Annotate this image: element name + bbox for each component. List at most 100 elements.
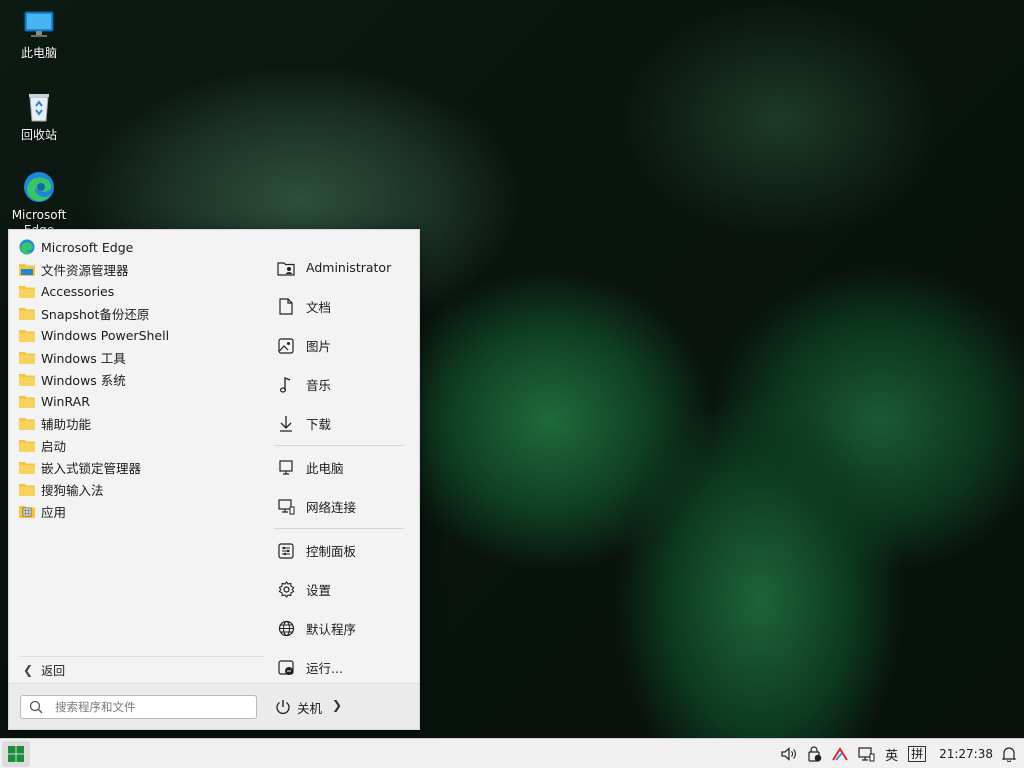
- divider: [19, 656, 264, 657]
- folder-icon: [18, 415, 36, 431]
- folder-icon: [18, 371, 36, 387]
- folder-icon: [18, 459, 36, 475]
- program-item-startup[interactable]: 启动: [18, 434, 268, 456]
- start-button[interactable]: [2, 741, 30, 767]
- folder-icon: [18, 327, 36, 343]
- program-label: Windows 系统: [41, 372, 126, 388]
- desktop-icon-label: 此电脑: [20, 46, 57, 60]
- desktop-icon-label: 回收站: [20, 128, 57, 142]
- picture-icon: [276, 336, 296, 356]
- place-label: 运行...: [306, 661, 343, 676]
- place-item-default-programs[interactable]: 默认程序: [274, 609, 409, 648]
- computer-icon: [276, 458, 296, 478]
- search-box[interactable]: [20, 695, 257, 719]
- control-panel-icon: [276, 541, 296, 561]
- search-icon: [29, 700, 43, 714]
- network-icon: [276, 497, 296, 517]
- place-item-administrator[interactable]: Administrator: [274, 248, 409, 287]
- chevron-left-icon: ❮: [23, 663, 34, 677]
- recycle-bin-icon: [29, 94, 49, 122]
- program-item-file-explorer[interactable]: 文件资源管理器: [18, 258, 268, 280]
- program-label: Snapshot备份还原: [41, 306, 150, 322]
- power-icon: [276, 700, 290, 714]
- program-label: Accessories: [41, 283, 115, 299]
- app-tray-icon: [832, 747, 848, 761]
- program-label: WinRAR: [41, 393, 90, 409]
- program-item-powershell[interactable]: Windows PowerShell: [18, 324, 268, 346]
- program-item-embedded-lockdown[interactable]: 嵌入式锁定管理器: [18, 456, 268, 478]
- ime-layout-button[interactable]: 拼: [903, 739, 931, 768]
- program-item-windows-system[interactable]: Windows 系统: [18, 368, 268, 390]
- program-item-windows-tools[interactable]: Windows 工具: [18, 346, 268, 368]
- divider: [274, 528, 404, 529]
- notification-button[interactable]: [997, 739, 1024, 768]
- program-list: Microsoft Edge 文件资源管理器 Accessories Snaps…: [18, 236, 268, 522]
- program-label: 启动: [41, 438, 67, 454]
- desktop-icon-recycle-bin[interactable]: 回收站: [6, 90, 72, 143]
- folder-icon: [18, 283, 36, 299]
- program-label: 嵌入式锁定管理器: [41, 460, 142, 476]
- place-item-pictures[interactable]: 图片: [274, 326, 409, 365]
- run-icon: [276, 658, 296, 678]
- program-label: 应用: [41, 504, 67, 520]
- folder-icon: [18, 349, 36, 365]
- program-item-winrar[interactable]: WinRAR: [18, 390, 268, 412]
- place-label: 设置: [306, 583, 332, 598]
- place-item-control-panel[interactable]: 控制面板: [274, 531, 409, 570]
- program-item-apps[interactable]: 应用: [18, 500, 268, 522]
- place-label: 图片: [306, 339, 332, 354]
- gear-icon: [276, 580, 296, 600]
- lock-shield-icon: [808, 746, 822, 762]
- windows-logo-icon: [8, 746, 24, 762]
- ime-layout-label: 拼: [908, 746, 927, 762]
- shutdown-button[interactable]: 关机: [275, 696, 322, 718]
- download-icon: [276, 414, 296, 434]
- place-item-downloads[interactable]: 下载: [274, 404, 409, 443]
- computer-icon: [24, 11, 54, 37]
- desktop-icon-this-pc[interactable]: 此电脑: [6, 8, 72, 61]
- program-item-sogou-ime[interactable]: 搜狗输入法: [18, 478, 268, 500]
- folder-icon: [18, 305, 36, 321]
- program-label: Windows PowerShell: [41, 327, 170, 343]
- volume-button[interactable]: [776, 739, 803, 768]
- place-item-network[interactable]: 网络连接: [274, 487, 409, 526]
- edge-icon: [18, 239, 36, 255]
- place-item-run[interactable]: 运行...: [274, 648, 409, 687]
- program-label: 搜狗输入法: [41, 482, 104, 498]
- place-label: 网络连接: [306, 500, 357, 515]
- program-item-accessibility[interactable]: 辅助功能: [18, 412, 268, 434]
- speaker-icon: [781, 747, 796, 761]
- music-icon: [276, 375, 296, 395]
- place-item-settings[interactable]: 设置: [274, 570, 409, 609]
- program-item-edge[interactable]: Microsoft Edge: [18, 236, 268, 258]
- input-mode-button[interactable]: 英: [880, 739, 903, 768]
- security-tray-button[interactable]: [803, 739, 827, 768]
- start-menu-footer: 关机 ❯: [9, 683, 419, 729]
- place-label: 文档: [306, 300, 332, 315]
- search-input[interactable]: [55, 700, 245, 714]
- clock[interactable]: 21:27:38: [931, 739, 997, 768]
- edge-icon: [24, 172, 54, 202]
- program-item-accessories[interactable]: Accessories: [18, 280, 268, 302]
- place-item-this-pc[interactable]: 此电脑: [274, 448, 409, 487]
- program-item-snapshot[interactable]: Snapshot备份还原: [18, 302, 268, 324]
- globe-icon: [276, 619, 296, 639]
- desktop-icon-edge[interactable]: Microsoft Edge: [6, 170, 72, 238]
- place-label: 下载: [306, 417, 332, 432]
- network-button[interactable]: [853, 739, 880, 768]
- file-explorer-icon: [18, 261, 36, 277]
- apps-folder-icon: [18, 503, 36, 519]
- back-button[interactable]: ❮ 返回: [23, 661, 263, 679]
- place-item-documents[interactable]: 文档: [274, 287, 409, 326]
- system-tray: 英 拼 21:27:38: [776, 739, 1024, 768]
- start-menu: Microsoft Edge 文件资源管理器 Accessories Snaps…: [8, 229, 420, 730]
- app-tray-button[interactable]: [827, 739, 853, 768]
- taskbar: 英 拼 21:27:38: [0, 738, 1024, 768]
- place-label: 默认程序: [306, 622, 357, 637]
- place-label: 控制面板: [306, 544, 357, 559]
- program-label: 辅助功能: [41, 416, 92, 432]
- place-item-music[interactable]: 音乐: [274, 365, 409, 404]
- folder-icon: [18, 437, 36, 453]
- user-folder-icon: [276, 258, 296, 278]
- shutdown-options-chevron-icon[interactable]: ❯: [332, 698, 342, 712]
